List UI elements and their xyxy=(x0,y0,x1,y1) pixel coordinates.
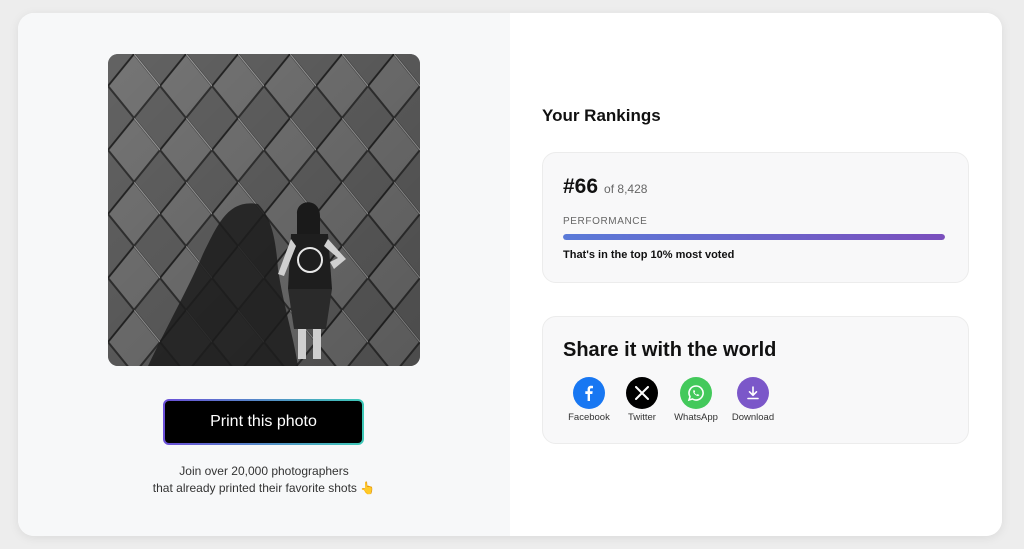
photo-panel: Print this photo Join over 20,000 photog… xyxy=(18,13,510,536)
share-title: Share it with the world xyxy=(563,339,777,361)
share-download-label: Download xyxy=(731,412,775,423)
print-photo-button[interactable]: Print this photo xyxy=(163,399,364,445)
share-facebook-label: Facebook xyxy=(568,412,610,423)
print-photo-button-label: Print this photo xyxy=(210,413,317,430)
print-promo-line-1: Join over 20,000 photographers xyxy=(179,464,349,478)
ranking-card: #66 of 8,428 PERFORMANCE That's in the t… xyxy=(542,152,969,283)
performance-bar xyxy=(563,234,945,240)
rankings-title: Your Rankings xyxy=(542,106,661,125)
performance-bar-fill xyxy=(563,234,945,240)
performance-summary: That's in the top 10% most voted xyxy=(563,249,735,261)
rank-line: #66 of 8,428 xyxy=(563,175,647,199)
result-card: Print this photo Join over 20,000 photog… xyxy=(18,13,1002,536)
x-icon xyxy=(626,377,658,409)
print-promo-text: Join over 20,000 photographers that alre… xyxy=(18,463,510,497)
share-twitter-button[interactable]: Twitter xyxy=(612,377,672,423)
share-twitter-label: Twitter xyxy=(628,412,656,423)
share-card: Share it with the world Facebook Twitter xyxy=(542,316,969,444)
download-icon xyxy=(737,377,769,409)
share-whatsapp-button[interactable]: WhatsApp xyxy=(666,377,726,423)
rank-total: of 8,428 xyxy=(604,182,648,196)
facebook-icon xyxy=(573,377,605,409)
rank-number: #66 xyxy=(563,175,599,198)
performance-label: PERFORMANCE xyxy=(563,216,648,227)
rankings-panel: Your Rankings #66 of 8,428 PERFORMANCE T… xyxy=(510,13,1002,536)
print-promo-line-2: that already printed their favorite shot… xyxy=(152,481,376,495)
share-facebook-button[interactable]: Facebook xyxy=(559,377,619,423)
share-download-button[interactable]: Download xyxy=(723,377,783,423)
submitted-photo xyxy=(108,54,420,366)
whatsapp-icon xyxy=(680,377,712,409)
share-whatsapp-label: WhatsApp xyxy=(674,412,718,423)
